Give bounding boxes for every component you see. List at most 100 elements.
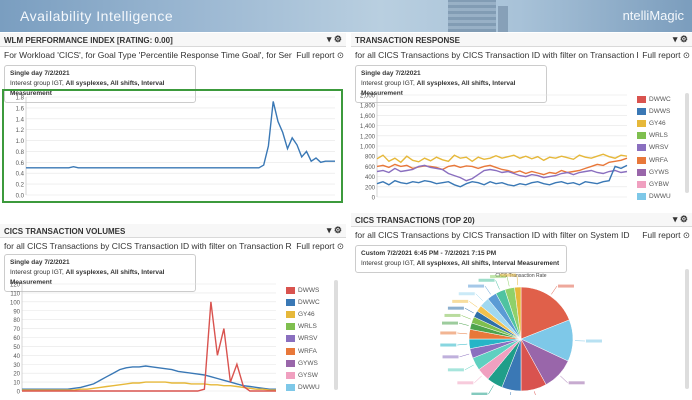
legend-swatch (637, 193, 646, 200)
collapse-icon[interactable]: ▾ (673, 34, 678, 44)
legend-item[interactable]: WRSV (286, 333, 320, 345)
y-tick-label: 800 (365, 155, 376, 161)
subtitle-text: for all CICS Transactions by CICS Transa… (355, 50, 655, 60)
arrow-circle-icon[interactable]: ⊙ (683, 50, 690, 60)
legend-item[interactable]: WRFA (286, 345, 320, 357)
legend-swatch (286, 299, 295, 306)
legend-item[interactable]: WRFA (637, 154, 671, 166)
filter-prefix: Interest group IGT, (361, 260, 415, 267)
legend-label: GYSW (298, 372, 318, 379)
arrow-circle-icon[interactable]: ⊙ (337, 241, 344, 251)
panel-title: CICS TRANSACTION VOLUMES (4, 227, 125, 236)
y-tick-label: 0.6 (16, 161, 25, 167)
brand-logo[interactable]: ntelliMagic (623, 8, 684, 23)
y-tick-label: 1,000 (360, 145, 376, 151)
pie-leader-line (460, 354, 470, 357)
legend-label: DWWS (649, 108, 670, 115)
pie-leader-line (488, 385, 493, 394)
legend-item[interactable]: WRLS (286, 321, 320, 333)
legend-swatch (286, 335, 295, 342)
legend-label: GYBW (649, 181, 669, 188)
gear-icon[interactable]: ⚙ (334, 34, 342, 44)
pie-data-label (440, 344, 456, 347)
full-report-label[interactable]: Full report (296, 50, 334, 60)
y-tick-label: 1.6 (16, 106, 25, 112)
gear-icon[interactable]: ⚙ (334, 225, 342, 235)
collapse-icon[interactable]: ▾ (327, 225, 332, 235)
transaction-rate-pie: CICS Transaction Rate (411, 267, 631, 395)
pie-leader-line (534, 391, 536, 395)
arrow-circle-icon[interactable]: ⊙ (683, 230, 690, 240)
legend-item[interactable]: WRLS (637, 130, 671, 142)
pie-leader-line (461, 315, 470, 319)
full-report-link[interactable]: Full report ⊙ (638, 50, 690, 61)
legend-item[interactable]: GYWS (286, 357, 320, 369)
full-report-link[interactable]: Full report ⊙ (292, 241, 344, 252)
pie-data-label (452, 300, 468, 303)
pie-leader-line (465, 308, 474, 313)
response-chart-area[interactable]: 2,0001,8001,6001,4001,2001,0008006004002… (353, 89, 633, 203)
legend-item[interactable]: WRSV (637, 142, 671, 154)
pie-leader-line (551, 286, 557, 294)
gear-icon[interactable]: ⚙ (680, 34, 688, 44)
series-line-gy46 (377, 154, 627, 162)
panel-subtitle: for all CICS Transactions by CICS Transa… (351, 227, 692, 242)
legend-scrollbar[interactable] (334, 280, 338, 390)
y-tick-label: 70 (13, 327, 20, 333)
legend-label: GY46 (649, 120, 666, 127)
legend-item[interactable]: DWWU (637, 191, 671, 203)
full-report-label[interactable]: Full report (296, 241, 334, 251)
y-tick-label: 200 (365, 185, 376, 191)
panel-title: CICS TRANSACTIONS (TOP 20) (355, 216, 475, 225)
legend-item[interactable]: DWWS (637, 105, 671, 117)
pie-leader-line (560, 376, 567, 383)
panel-cics-transactions-top20: CICS TRANSACTIONS (TOP 20) ▾ ⚙ for all C… (351, 213, 692, 395)
collapse-icon[interactable]: ▾ (673, 214, 678, 224)
legend-item[interactable]: GYBW (637, 178, 671, 190)
legend-swatch (286, 323, 295, 330)
volumes-chart-area[interactable]: 1201101009080706050403020100 (2, 278, 282, 395)
panel-scrollbar[interactable] (685, 269, 689, 389)
full-report-link[interactable]: Full report ⊙ (292, 50, 344, 61)
pie-chart-area[interactable]: CICS Transaction Rate (411, 267, 631, 395)
legend-swatch (637, 132, 646, 139)
legend-swatch (286, 372, 295, 379)
legend-label: DWWU (298, 384, 320, 391)
legend-item[interactable]: GYWS (637, 166, 671, 178)
filter-prefix: Interest group IGT, (10, 269, 64, 276)
pie-data-label (586, 340, 602, 343)
legend-swatch (637, 144, 646, 151)
arrow-circle-icon[interactable]: ⊙ (337, 50, 344, 60)
panel-subtitle: For Workload 'CICS', for Goal Type 'Perc… (0, 47, 346, 62)
legend-label: WRSV (649, 144, 669, 151)
gear-icon[interactable]: ⚙ (680, 214, 688, 224)
legend-item[interactable]: DWWS (286, 284, 320, 296)
y-tick-label: 0.2 (16, 183, 25, 189)
y-tick-label: 40 (13, 354, 20, 360)
legend-item[interactable]: GY46 (637, 117, 671, 129)
collapse-icon[interactable]: ▾ (327, 34, 332, 44)
volumes-line-chart: 1201101009080706050403020100 (2, 278, 282, 395)
legend-item[interactable]: DWWC (286, 296, 320, 308)
period-label: Single day 7/2/2021 (10, 69, 190, 79)
legend-item[interactable]: DWWU (286, 382, 320, 394)
panel-header: WLM PERFORMANCE INDEX [RATING: 0.00] ▾ ⚙ (0, 33, 346, 47)
full-report-label[interactable]: Full report (642, 230, 680, 240)
legend-item[interactable]: GY46 (286, 308, 320, 320)
full-report-label[interactable]: Full report (642, 50, 680, 60)
legend-item[interactable]: DWWC (637, 93, 671, 105)
app-title: Availability Intelligence (20, 8, 173, 24)
wlm-chart-frame[interactable]: 1.81.61.41.21.00.80.60.40.20.0 (2, 89, 343, 203)
full-report-link[interactable]: Full report ⊙ (638, 230, 690, 241)
legend-label: GY46 (298, 311, 315, 318)
legend-swatch (637, 120, 646, 127)
filter-prefix: Interest group IGT, (10, 80, 64, 87)
response-legend: DWWC DWWS GY46 WRLS WRSV WRFA GYWS GYBW DWWU (637, 93, 671, 203)
pie-data-label (442, 322, 458, 325)
wlm-line-chart: 1.81.61.41.21.00.80.60.40.20.0 (4, 91, 341, 201)
legend-label: GYWS (649, 169, 669, 176)
y-tick-label: 600 (365, 165, 376, 171)
legend-scrollbar[interactable] (685, 93, 689, 193)
legend-item[interactable]: GYSW (286, 369, 320, 381)
pie-leader-line (474, 376, 481, 383)
